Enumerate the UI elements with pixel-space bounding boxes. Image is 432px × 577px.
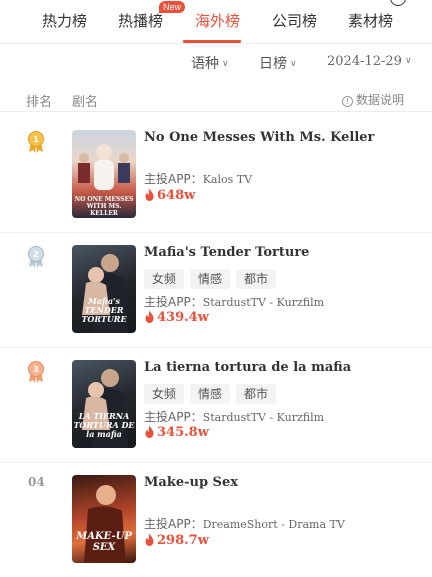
rank-number: 2 bbox=[33, 250, 39, 259]
poster-title: LA TIERNA TORTURA DE la mafia bbox=[73, 411, 135, 439]
bronze-medal-icon: 3 bbox=[28, 361, 44, 383]
tag[interactable]: 女频 bbox=[144, 384, 185, 404]
list-item[interactable]: 2 Mafia's TENDER TORTURE Mafia's Tender … bbox=[0, 233, 432, 348]
heat-value: 648w bbox=[144, 188, 195, 203]
info-icon: ! bbox=[342, 96, 353, 107]
drama-title[interactable]: Mafia's Tender Torture bbox=[144, 245, 309, 260]
help-icon[interactable] bbox=[390, 0, 406, 6]
tab-overseas-ranking[interactable]: 海外榜 bbox=[195, 10, 240, 31]
flame-icon bbox=[145, 533, 154, 546]
app-label: 主投APP： bbox=[144, 410, 203, 424]
tag[interactable]: 情感 bbox=[190, 384, 231, 404]
new-badge: New bbox=[159, 1, 186, 13]
list-header: 排名 剧名 ! 数据说明 bbox=[0, 88, 432, 112]
flame-icon bbox=[145, 310, 154, 323]
chevron-down-icon: ∨ bbox=[290, 59, 297, 69]
chevron-down-icon: ∨ bbox=[404, 56, 412, 66]
tab-company-ranking[interactable]: 公司榜 bbox=[272, 10, 317, 31]
heat-number: 439.4w bbox=[157, 310, 209, 325]
tab-heat-ranking[interactable]: 热力榜 bbox=[42, 10, 87, 31]
app-info: 主投APP：Kalos TV bbox=[144, 170, 252, 187]
tag-list: 女频 情感 都市 bbox=[144, 268, 282, 289]
tab-label: 热力榜 bbox=[42, 12, 88, 30]
tab-playing-ranking[interactable]: 热播榜 New bbox=[118, 1, 186, 31]
heat-value: 298.7w bbox=[144, 533, 209, 548]
data-info-label: 数据说明 bbox=[356, 93, 405, 107]
drama-poster[interactable]: MAKE-UP SEX bbox=[72, 475, 136, 563]
app-label: 主投APP： bbox=[144, 517, 203, 531]
app-name: Kalos TV bbox=[202, 173, 253, 186]
tab-label: 热播榜 bbox=[118, 12, 164, 30]
rank-number: 04 bbox=[28, 475, 45, 489]
active-tab-indicator bbox=[183, 40, 241, 43]
rank-column-header: 排名 bbox=[26, 95, 53, 110]
app-name: StardustTV - Kurzfilm bbox=[202, 411, 325, 424]
tag[interactable]: 都市 bbox=[236, 384, 277, 404]
app-info: 主投APP：DreameShort - Drama TV bbox=[144, 515, 345, 532]
poster-title: MAKE-UP SEX bbox=[76, 531, 132, 553]
period-label: 日榜 bbox=[259, 56, 287, 72]
tab-label: 公司榜 bbox=[272, 12, 318, 30]
drama-title[interactable]: Make-up Sex bbox=[144, 475, 238, 490]
app-info: 主投APP：StardustTV - Kurzfilm bbox=[144, 293, 324, 310]
ranking-tabs: 热力榜 热播榜 New 海外榜 公司榜 素材榜 bbox=[0, 0, 432, 44]
heat-number: 298.7w bbox=[157, 533, 209, 548]
chevron-down-icon: ∨ bbox=[222, 59, 229, 69]
app-label: 主投APP： bbox=[144, 172, 203, 186]
heat-number: 648w bbox=[157, 188, 196, 203]
drama-column-header: 剧名 bbox=[72, 95, 99, 110]
period-dropdown[interactable]: 日榜 ∨ bbox=[259, 53, 297, 73]
list-item[interactable]: 04 MAKE-UP SEX Make-up Sex 主投APP：DreameS… bbox=[0, 463, 432, 577]
app-label: 主投APP： bbox=[144, 295, 203, 309]
drama-title[interactable]: No One Messes With Ms. Keller bbox=[144, 130, 374, 145]
list-item[interactable]: 1 NO ONE MESSES WITH MS. KELLER No One M… bbox=[0, 118, 432, 233]
tab-material-ranking[interactable]: 素材榜 bbox=[348, 10, 393, 31]
tag-list: 女频 情感 都市 bbox=[144, 383, 282, 404]
drama-title[interactable]: La tierna tortura de la mafia bbox=[144, 360, 351, 375]
tab-label: 素材榜 bbox=[348, 12, 394, 30]
heat-number: 345.8w bbox=[157, 425, 209, 440]
app-name: DreameShort - Drama TV bbox=[202, 518, 345, 531]
drama-poster[interactable]: Mafia's TENDER TORTURE bbox=[72, 245, 136, 333]
poster-title: Mafia's TENDER TORTURE bbox=[81, 296, 127, 324]
heat-value: 345.8w bbox=[144, 425, 209, 440]
filter-bar: 语种 ∨ 日榜 ∨ 2024-12-29 ∨ bbox=[0, 48, 432, 78]
data-info-link[interactable]: ! 数据说明 bbox=[342, 91, 404, 108]
silver-medal-icon: 2 bbox=[28, 246, 44, 268]
heat-value: 439.4w bbox=[144, 310, 209, 325]
rank-number: 1 bbox=[33, 135, 39, 144]
gold-medal-icon: 1 bbox=[28, 131, 44, 153]
drama-poster[interactable]: LA TIERNA TORTURA DE la mafia bbox=[72, 360, 136, 448]
flame-icon bbox=[145, 425, 154, 438]
app-info: 主投APP：StardustTV - Kurzfilm bbox=[144, 408, 324, 425]
poster-title: NO ONE MESSES WITH MS. KELLER bbox=[74, 196, 134, 217]
app-name: StardustTV - Kurzfilm bbox=[202, 296, 325, 309]
tab-label: 海外榜 bbox=[195, 12, 241, 30]
tag[interactable]: 都市 bbox=[236, 269, 277, 289]
tag[interactable]: 情感 bbox=[190, 269, 231, 289]
language-dropdown[interactable]: 语种 ∨ bbox=[191, 53, 229, 73]
rank-number: 3 bbox=[33, 365, 39, 374]
list-item[interactable]: 3 LA TIERNA TORTURA DE la mafia La tiern… bbox=[0, 348, 432, 463]
tag[interactable]: 女频 bbox=[144, 269, 185, 289]
language-label: 语种 bbox=[191, 56, 219, 72]
flame-icon bbox=[145, 188, 154, 201]
date-picker[interactable]: 2024-12-29 ∨ bbox=[327, 54, 412, 69]
date-label: 2024-12-29 bbox=[327, 54, 402, 69]
drama-poster[interactable]: NO ONE MESSES WITH MS. KELLER bbox=[72, 130, 136, 218]
